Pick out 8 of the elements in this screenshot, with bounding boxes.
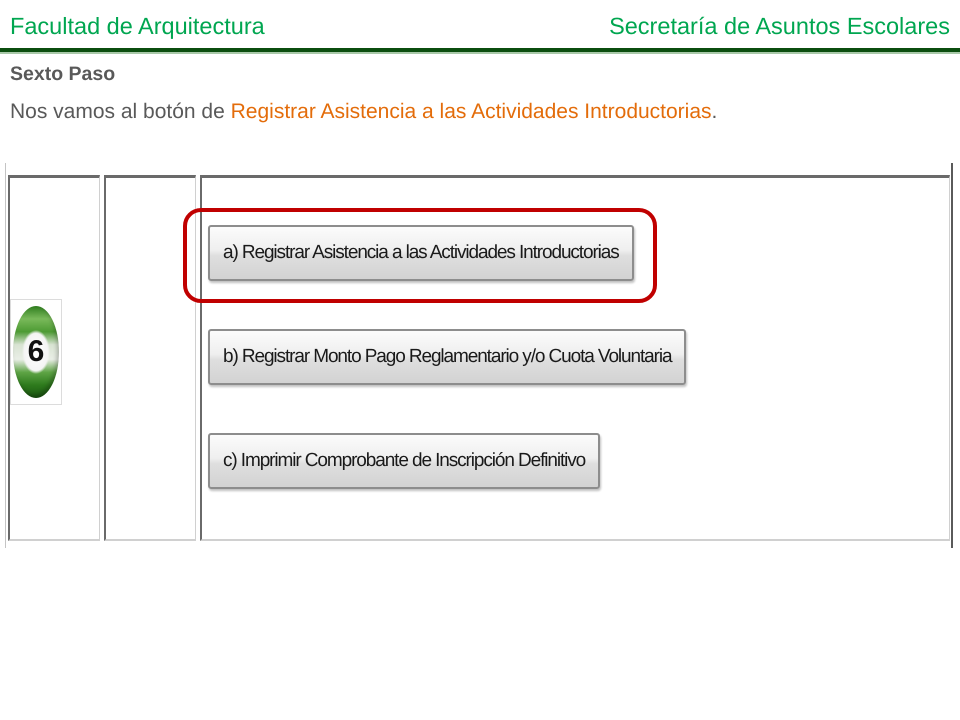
option-button[interactable]: c) Imprimir Comprobante de Inscripción Definitivo <box>208 433 600 489</box>
number-ball: 6 <box>13 306 59 398</box>
step-title: Sexto Paso <box>10 62 116 86</box>
option-button[interactable]: b) Registrar Monto Pago Reglamentario y/o Cuota Voluntaria <box>208 329 686 385</box>
option-button[interactable]: a) Registrar Asistencia a las Actividades Introductorias <box>208 225 634 281</box>
office-title: Secretaría de Asuntos Escolares <box>609 12 950 40</box>
faculty-title: Facultad de Arquitectura <box>10 12 265 40</box>
instruction-text: Nos vamos al botón de Registrar Asistencia a las Actividades Introductorias. <box>10 99 718 125</box>
